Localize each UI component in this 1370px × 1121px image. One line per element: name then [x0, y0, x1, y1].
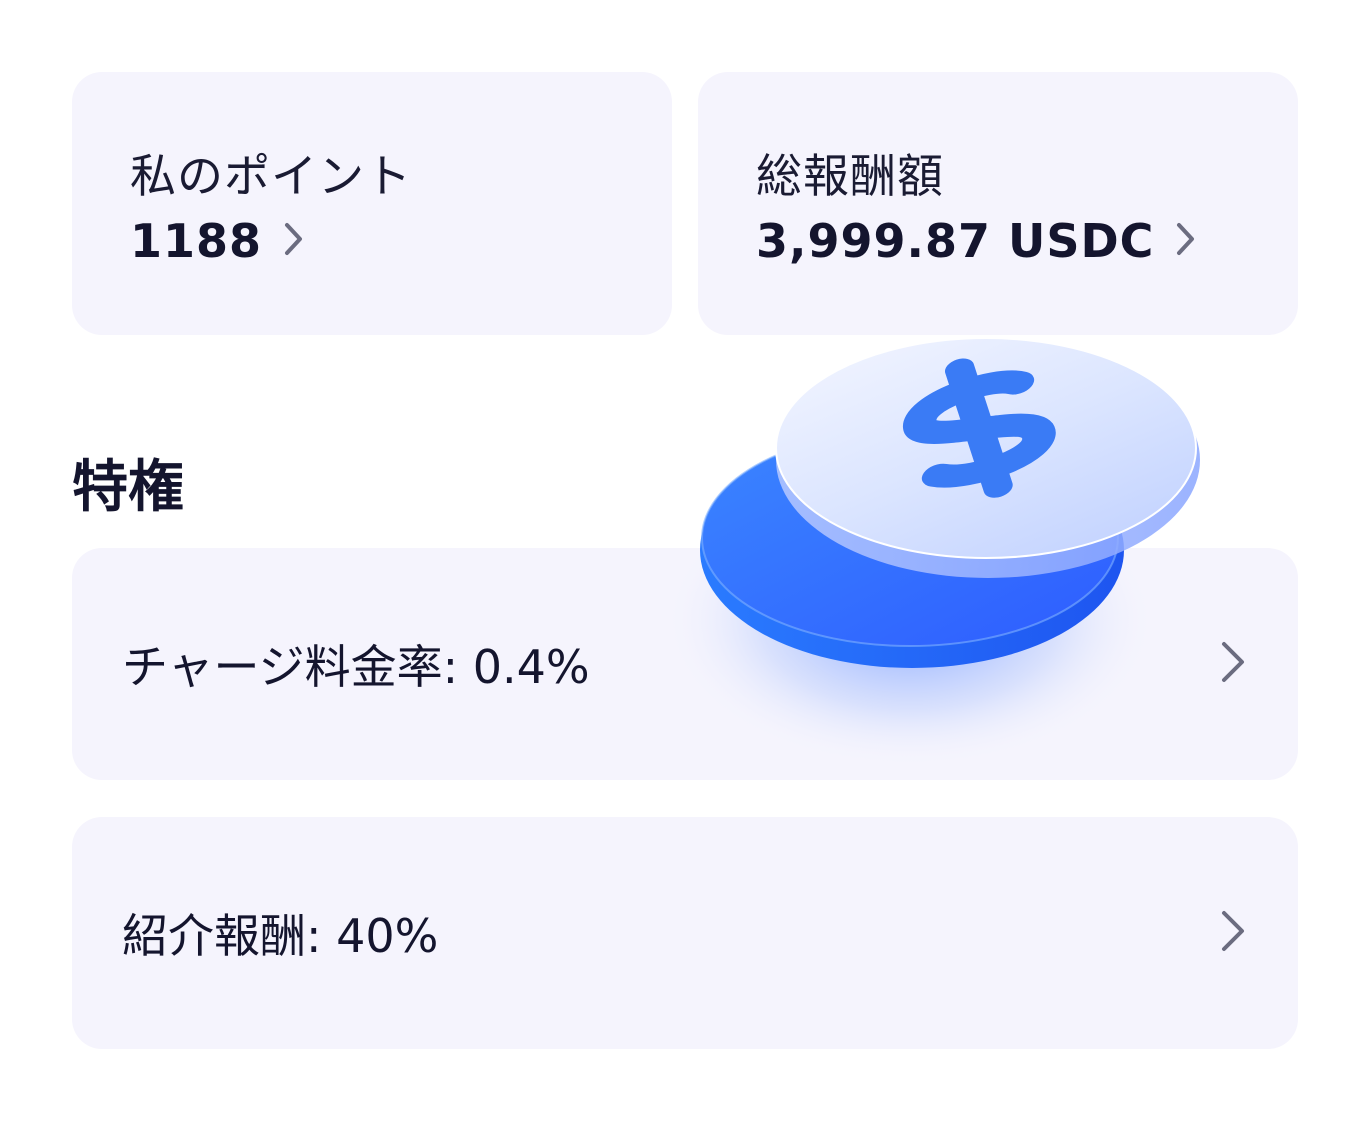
privilege-label: チャージ料金率: 0.4% — [122, 640, 590, 694]
total-rewards-card: 総報酬額 3,999.87 USDC — [698, 72, 1298, 335]
total-rewards-value: 3,999.87 USDC — [756, 214, 1155, 268]
privilege-label: 紹介報酬: 40% — [122, 909, 439, 963]
total-rewards-label: 総報酬額 — [756, 149, 944, 203]
privilege-item-referral-reward[interactable]: 紹介報酬: 40% — [72, 817, 1298, 1049]
chevron-right-icon — [1220, 640, 1246, 688]
privileges-title: 特権 — [72, 455, 184, 520]
points-value: 1188 — [130, 214, 263, 268]
privilege-item-charge-fee[interactable]: チャージ料金率: 0.4% — [72, 548, 1298, 780]
rewards-page: 私のポイント 1188 総報酬額 3,999.87 USDC 特権 チャージ料金… — [0, 0, 1370, 1121]
chevron-right-icon — [1176, 222, 1196, 260]
chevron-right-icon — [284, 222, 304, 260]
points-link[interactable]: 1188 — [130, 214, 304, 268]
points-label: 私のポイント — [130, 149, 412, 203]
chevron-right-icon — [1220, 909, 1246, 957]
total-rewards-link[interactable]: 3,999.87 USDC — [756, 214, 1196, 268]
points-card: 私のポイント 1188 — [72, 72, 672, 335]
